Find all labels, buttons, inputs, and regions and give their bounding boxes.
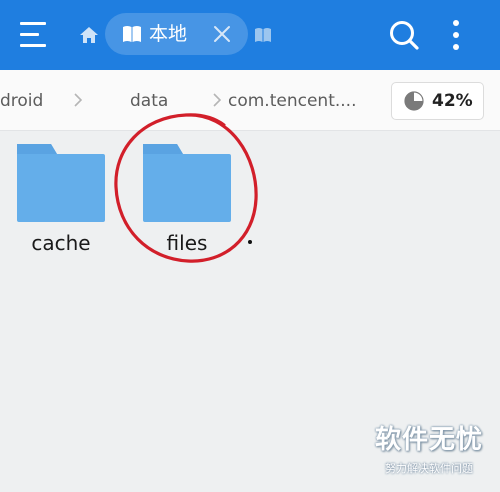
app-bar: 本地: [0, 0, 500, 70]
storage-usage-button[interactable]: 42%: [391, 82, 484, 120]
tab-label: 本地: [149, 23, 188, 45]
watermark: 软件无忧 努力解决软件问题: [368, 423, 490, 485]
pie-chart-icon: [404, 91, 424, 111]
chevron-right-icon: [74, 93, 83, 107]
watermark-title: 软件无忧: [374, 425, 483, 455]
breadcrumb-item-data[interactable]: data: [130, 90, 168, 112]
home-icon[interactable]: [79, 25, 99, 45]
more-vert-icon[interactable]: [448, 18, 464, 52]
menu-icon[interactable]: [20, 22, 50, 48]
folder-label: cache: [31, 231, 91, 255]
folder-icon: [143, 144, 231, 222]
breadcrumb-item-droid[interactable]: droid: [0, 90, 43, 112]
next-tab-icon[interactable]: [254, 26, 272, 44]
folder-files[interactable]: files: [141, 142, 233, 262]
watermark-subtitle: 努力解决软件问题: [385, 462, 473, 475]
search-icon[interactable]: [388, 19, 420, 51]
tab-local[interactable]: 本地: [105, 13, 248, 55]
book-icon: [123, 26, 141, 42]
folder-cache[interactable]: cache: [15, 142, 107, 262]
folder-label: files: [166, 231, 208, 255]
chevron-right-icon: [213, 93, 222, 107]
folder-icon: [17, 144, 105, 222]
close-icon[interactable]: [213, 25, 231, 43]
stray-dot: [248, 240, 252, 244]
breadcrumb-item-com-tencent[interactable]: com.tencent....: [228, 90, 356, 112]
storage-usage-value: 42%: [432, 91, 473, 111]
